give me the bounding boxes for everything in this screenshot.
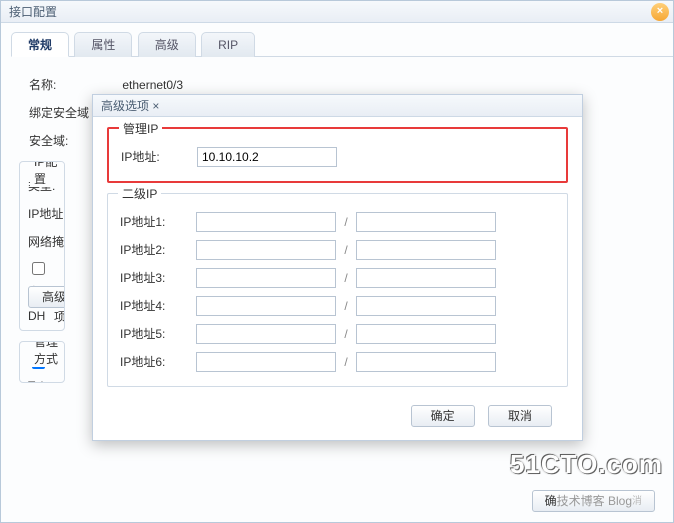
ip-config-fieldset: IP配置 类型: IP地址: 网络掩码: 启用DH 高级选项 bbox=[19, 161, 65, 331]
ip1-label: IP地址1: bbox=[120, 208, 196, 236]
watermark-overlap: 技术博客 Blog bbox=[557, 494, 632, 508]
dialog-ok-button[interactable]: 确定 bbox=[411, 405, 475, 427]
window-title: 接口配置 bbox=[9, 5, 57, 19]
window-title-bar: 接口配置 × bbox=[1, 1, 673, 23]
ip5-b-input[interactable] bbox=[356, 324, 496, 344]
slash-separator: / bbox=[336, 320, 356, 348]
tab-advanced[interactable]: 高级 bbox=[138, 32, 196, 57]
mgmt-fieldset: 管理方式 Telnet bbox=[19, 341, 65, 383]
ip1-a-input[interactable] bbox=[196, 212, 336, 232]
tab-bar: 常规 属性 高级 RIP bbox=[11, 31, 673, 57]
dialog-cancel-button[interactable]: 取消 bbox=[488, 405, 552, 427]
ip-row-3: IP地址3: / bbox=[120, 264, 555, 292]
ip5-label: IP地址5: bbox=[120, 320, 196, 348]
ip-row-6: IP地址6: / bbox=[120, 348, 555, 376]
ip-row-4: IP地址4: / bbox=[120, 292, 555, 320]
slash-separator: / bbox=[336, 348, 356, 376]
watermark-line1: 51CTO.com bbox=[510, 449, 663, 480]
advanced-options-button[interactable]: 高级选项 bbox=[28, 286, 65, 308]
ip3-b-input[interactable] bbox=[356, 268, 496, 288]
dialog-close-icon[interactable]: × bbox=[152, 99, 159, 113]
dialog-title: 高级选项 bbox=[101, 99, 149, 113]
slash-separator: / bbox=[336, 264, 356, 292]
main-ok-overlap: 确 bbox=[545, 494, 557, 508]
ip4-b-input[interactable] bbox=[356, 296, 496, 316]
secondary-ip-legend: 二级IP bbox=[118, 185, 161, 202]
ip3-a-input[interactable] bbox=[196, 268, 336, 288]
mgmt-ip-fieldset: 管理IP IP地址: bbox=[107, 127, 568, 183]
tab-attributes[interactable]: 属性 bbox=[74, 32, 132, 57]
ip5-a-input[interactable] bbox=[196, 324, 336, 344]
mgmt-ip-input[interactable] bbox=[197, 147, 337, 167]
ip1-b-input[interactable] bbox=[356, 212, 496, 232]
mgmt-legend: 管理方式 bbox=[30, 341, 64, 367]
advanced-options-dialog: 高级选项 × 管理IP IP地址: 二级IP IP地址1: / bbox=[92, 94, 583, 441]
dialog-title-bar: 高级选项 × bbox=[93, 95, 582, 117]
slash-separator: / bbox=[336, 236, 356, 264]
secondary-ip-fieldset: 二级IP IP地址1: / IP地址2: / IP地址3: / bbox=[107, 193, 568, 387]
ip-config-legend: IP配置 bbox=[30, 161, 64, 187]
close-icon[interactable]: × bbox=[651, 3, 669, 21]
footer-button-area: 确技术博客 Blog消 bbox=[532, 490, 655, 512]
slash-separator: / bbox=[336, 292, 356, 320]
ip-row-2: IP地址2: / bbox=[120, 236, 555, 264]
ip6-b-input[interactable] bbox=[356, 352, 496, 372]
main-ok-button[interactable]: 确技术博客 Blog消 bbox=[532, 490, 655, 512]
ip2-label: IP地址2: bbox=[120, 236, 196, 264]
mgmt-ip-legend: 管理IP bbox=[119, 120, 162, 137]
ip2-a-input[interactable] bbox=[196, 240, 336, 260]
dhcp-checkbox[interactable] bbox=[32, 262, 45, 275]
tab-general[interactable]: 常规 bbox=[11, 32, 69, 57]
mask-label: 网络掩码: bbox=[28, 228, 65, 256]
watermark: 51CTO.com bbox=[510, 449, 663, 480]
tab-rip[interactable]: RIP bbox=[201, 32, 255, 57]
dialog-body: 管理IP IP地址: 二级IP IP地址1: / IP地址2: / bbox=[93, 117, 582, 437]
dialog-button-bar: 确定 取消 bbox=[107, 397, 568, 427]
ip6-label: IP地址6: bbox=[120, 348, 196, 376]
ip4-label: IP地址4: bbox=[120, 292, 196, 320]
ip2-b-input[interactable] bbox=[356, 240, 496, 260]
ip-label: IP地址: bbox=[28, 200, 65, 228]
ip4-a-input[interactable] bbox=[196, 296, 336, 316]
mgmt-ip-label: IP地址: bbox=[121, 143, 197, 171]
slash-separator: / bbox=[336, 208, 356, 236]
ip3-label: IP地址3: bbox=[120, 264, 196, 292]
ip6-a-input[interactable] bbox=[196, 352, 336, 372]
interface-config-window: 接口配置 × 常规 属性 高级 RIP 名称: ethernet0/3 绑定安全… bbox=[0, 0, 674, 523]
ip-row-5: IP地址5: / bbox=[120, 320, 555, 348]
ip-row-1: IP地址1: / bbox=[120, 208, 555, 236]
telnet-label: Telnet bbox=[28, 379, 60, 383]
